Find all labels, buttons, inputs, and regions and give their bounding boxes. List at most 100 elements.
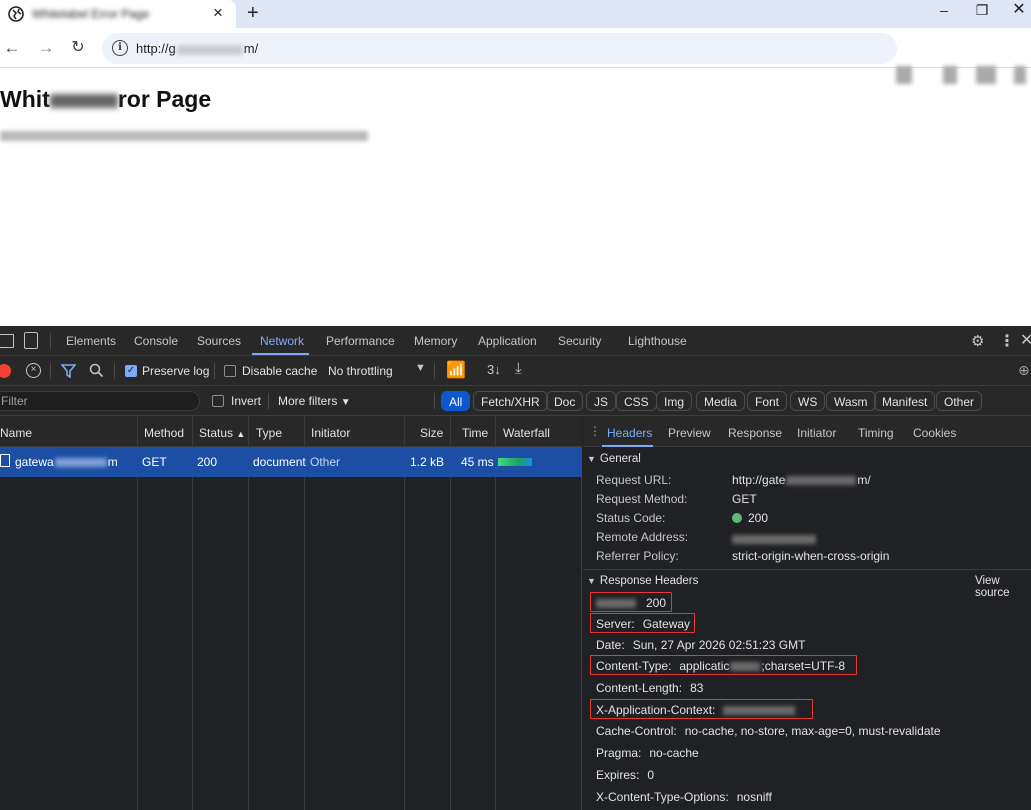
reload-icon[interactable]: ↻	[66, 36, 90, 60]
column-waterfall[interactable]: Waterfall	[503, 426, 550, 440]
chevron-down-icon: ▼	[587, 454, 596, 464]
new-tab-button[interactable]: +	[247, 0, 259, 26]
filter-icon[interactable]	[61, 363, 76, 379]
devtools-panel: Elements Console Sources Network Perform…	[0, 326, 1031, 810]
highlight-box	[590, 613, 695, 633]
chip-wasm[interactable]: Wasm	[826, 391, 876, 411]
more-filters-dropdown[interactable]: More filters ▼	[278, 394, 351, 408]
gear-icon[interactable]: ⚙	[971, 332, 984, 350]
column-initiator[interactable]: Initiator	[311, 426, 350, 440]
tab-security[interactable]: Security	[558, 334, 601, 348]
browser-tab[interactable]: Whitelabel Error Page ×	[0, 0, 236, 28]
tab-sources[interactable]: Sources	[197, 334, 241, 348]
chip-js[interactable]: JS	[586, 391, 617, 411]
close-devtools-icon[interactable]: ✕	[1020, 330, 1031, 350]
active-tab-indicator	[602, 445, 653, 447]
tab-performance[interactable]: Performance	[326, 334, 395, 348]
export-har-icon[interactable]: ⤓	[515, 360, 522, 377]
chevron-down-icon: ▼	[587, 576, 596, 586]
filter-input[interactable]	[0, 391, 200, 411]
table-row[interactable]: gatewa m GET 200 document Other 1.2 kB 45…	[0, 447, 582, 477]
chip-other[interactable]: Other	[936, 391, 983, 411]
clear-icon[interactable]: ×	[26, 363, 41, 378]
chip-media[interactable]: Media	[696, 391, 745, 411]
request-details: ⋮ Headers Preview Response Initiator Tim…	[583, 416, 1031, 810]
response-headers-section-header[interactable]: ▼ Response Headers	[587, 575, 698, 587]
tab-network[interactable]: Network	[260, 334, 304, 348]
disable-cache-label: Disable cache	[242, 364, 318, 378]
tab-initiator[interactable]: Initiator	[797, 426, 836, 440]
divider	[214, 363, 215, 379]
chip-ws[interactable]: WS	[790, 391, 826, 411]
column-type[interactable]: Type	[256, 426, 282, 440]
chevron-down-icon[interactable]: ▼	[415, 362, 426, 374]
extension-icon[interactable]	[943, 66, 957, 84]
chevron-down-icon: ▼	[340, 397, 351, 408]
device-toolbar-icon[interactable]	[24, 332, 38, 349]
extension-icon[interactable]	[976, 66, 996, 84]
tab-cookies[interactable]: Cookies	[913, 426, 956, 440]
view-source-link[interactable]: View source	[975, 575, 1031, 599]
disable-cache-checkbox[interactable]	[224, 365, 236, 377]
forward-arrow-icon[interactable]: →	[34, 36, 58, 60]
network-conditions-icon[interactable]: 📶	[446, 360, 466, 380]
active-tab-indicator	[252, 353, 309, 355]
chip-all[interactable]: All	[441, 391, 471, 411]
highlight-box	[590, 592, 672, 612]
tab-title: Whitelabel Error Page	[32, 7, 150, 21]
chip-font[interactable]: Font	[747, 391, 788, 411]
search-icon[interactable]	[89, 363, 104, 379]
request-method: GET	[142, 455, 167, 469]
details-tab-bar: ⋮ Headers Preview Response Initiator Tim…	[583, 416, 1031, 447]
extension-icon[interactable]	[896, 66, 912, 84]
tab-lighthouse[interactable]: Lighthouse	[628, 334, 687, 348]
general-section-header[interactable]: ▼ General	[587, 453, 641, 465]
site-info-icon[interactable]: i	[112, 40, 128, 56]
request-initiator[interactable]: Other	[310, 455, 340, 469]
invert-checkbox[interactable]	[212, 395, 224, 407]
globe-icon	[8, 6, 24, 22]
waterfall-bar[interactable]	[498, 458, 532, 466]
chip-img[interactable]: Img	[656, 391, 693, 411]
extension-icon[interactable]	[1014, 66, 1026, 84]
preserve-log-checkbox[interactable]: ✓	[125, 365, 137, 377]
tab-close-icon[interactable]: ×	[213, 2, 223, 24]
expires-header: Expires: 0	[596, 768, 655, 782]
import-har-icon[interactable]: 3↓	[487, 362, 501, 377]
column-status[interactable]: Status ▲	[199, 426, 245, 440]
tab-memory[interactable]: Memory	[414, 334, 457, 348]
address-url[interactable]: http://g m/	[136, 41, 258, 56]
column-time[interactable]: Time	[462, 426, 488, 440]
chip-fetch-xhr[interactable]: Fetch/XHR	[473, 391, 548, 411]
tab-response[interactable]: Response	[728, 426, 782, 440]
network-settings-icon[interactable]: ⊕	[1018, 362, 1030, 379]
status-ok-icon	[732, 513, 742, 523]
divider	[434, 363, 435, 379]
chip-manifest[interactable]: Manifest	[874, 391, 936, 411]
drag-handle-icon[interactable]: ⋮	[589, 424, 601, 438]
chip-css[interactable]: CSS	[616, 391, 657, 411]
inspect-element-icon[interactable]	[0, 334, 14, 348]
back-arrow-icon[interactable]: ←	[0, 36, 24, 60]
devtools-tab-bar: Elements Console Sources Network Perform…	[0, 326, 1031, 356]
throttling-select[interactable]: No throttling	[328, 364, 393, 378]
tab-elements[interactable]: Elements	[66, 334, 116, 348]
tab-application[interactable]: Application	[478, 334, 537, 348]
highlight-box	[590, 699, 813, 719]
record-icon[interactable]	[0, 364, 11, 378]
chip-doc[interactable]: Doc	[546, 391, 584, 411]
tab-preview[interactable]: Preview	[668, 426, 711, 440]
tab-timing[interactable]: Timing	[858, 426, 894, 440]
divider	[50, 333, 51, 349]
tab-console[interactable]: Console	[134, 334, 178, 348]
column-method[interactable]: Method	[144, 426, 184, 440]
more-options-icon[interactable]: ⋮	[999, 331, 1015, 351]
window-close-button[interactable]: ✕	[1007, 0, 1031, 22]
column-name[interactable]: Name	[0, 426, 32, 440]
divider	[268, 393, 269, 409]
window-minimize-button[interactable]: –	[932, 0, 956, 22]
address-bar[interactable]: i http://g m/	[102, 33, 897, 64]
column-size[interactable]: Size	[420, 426, 443, 440]
window-restore-button[interactable]: ❐	[970, 0, 994, 22]
tab-headers[interactable]: Headers	[607, 426, 652, 440]
